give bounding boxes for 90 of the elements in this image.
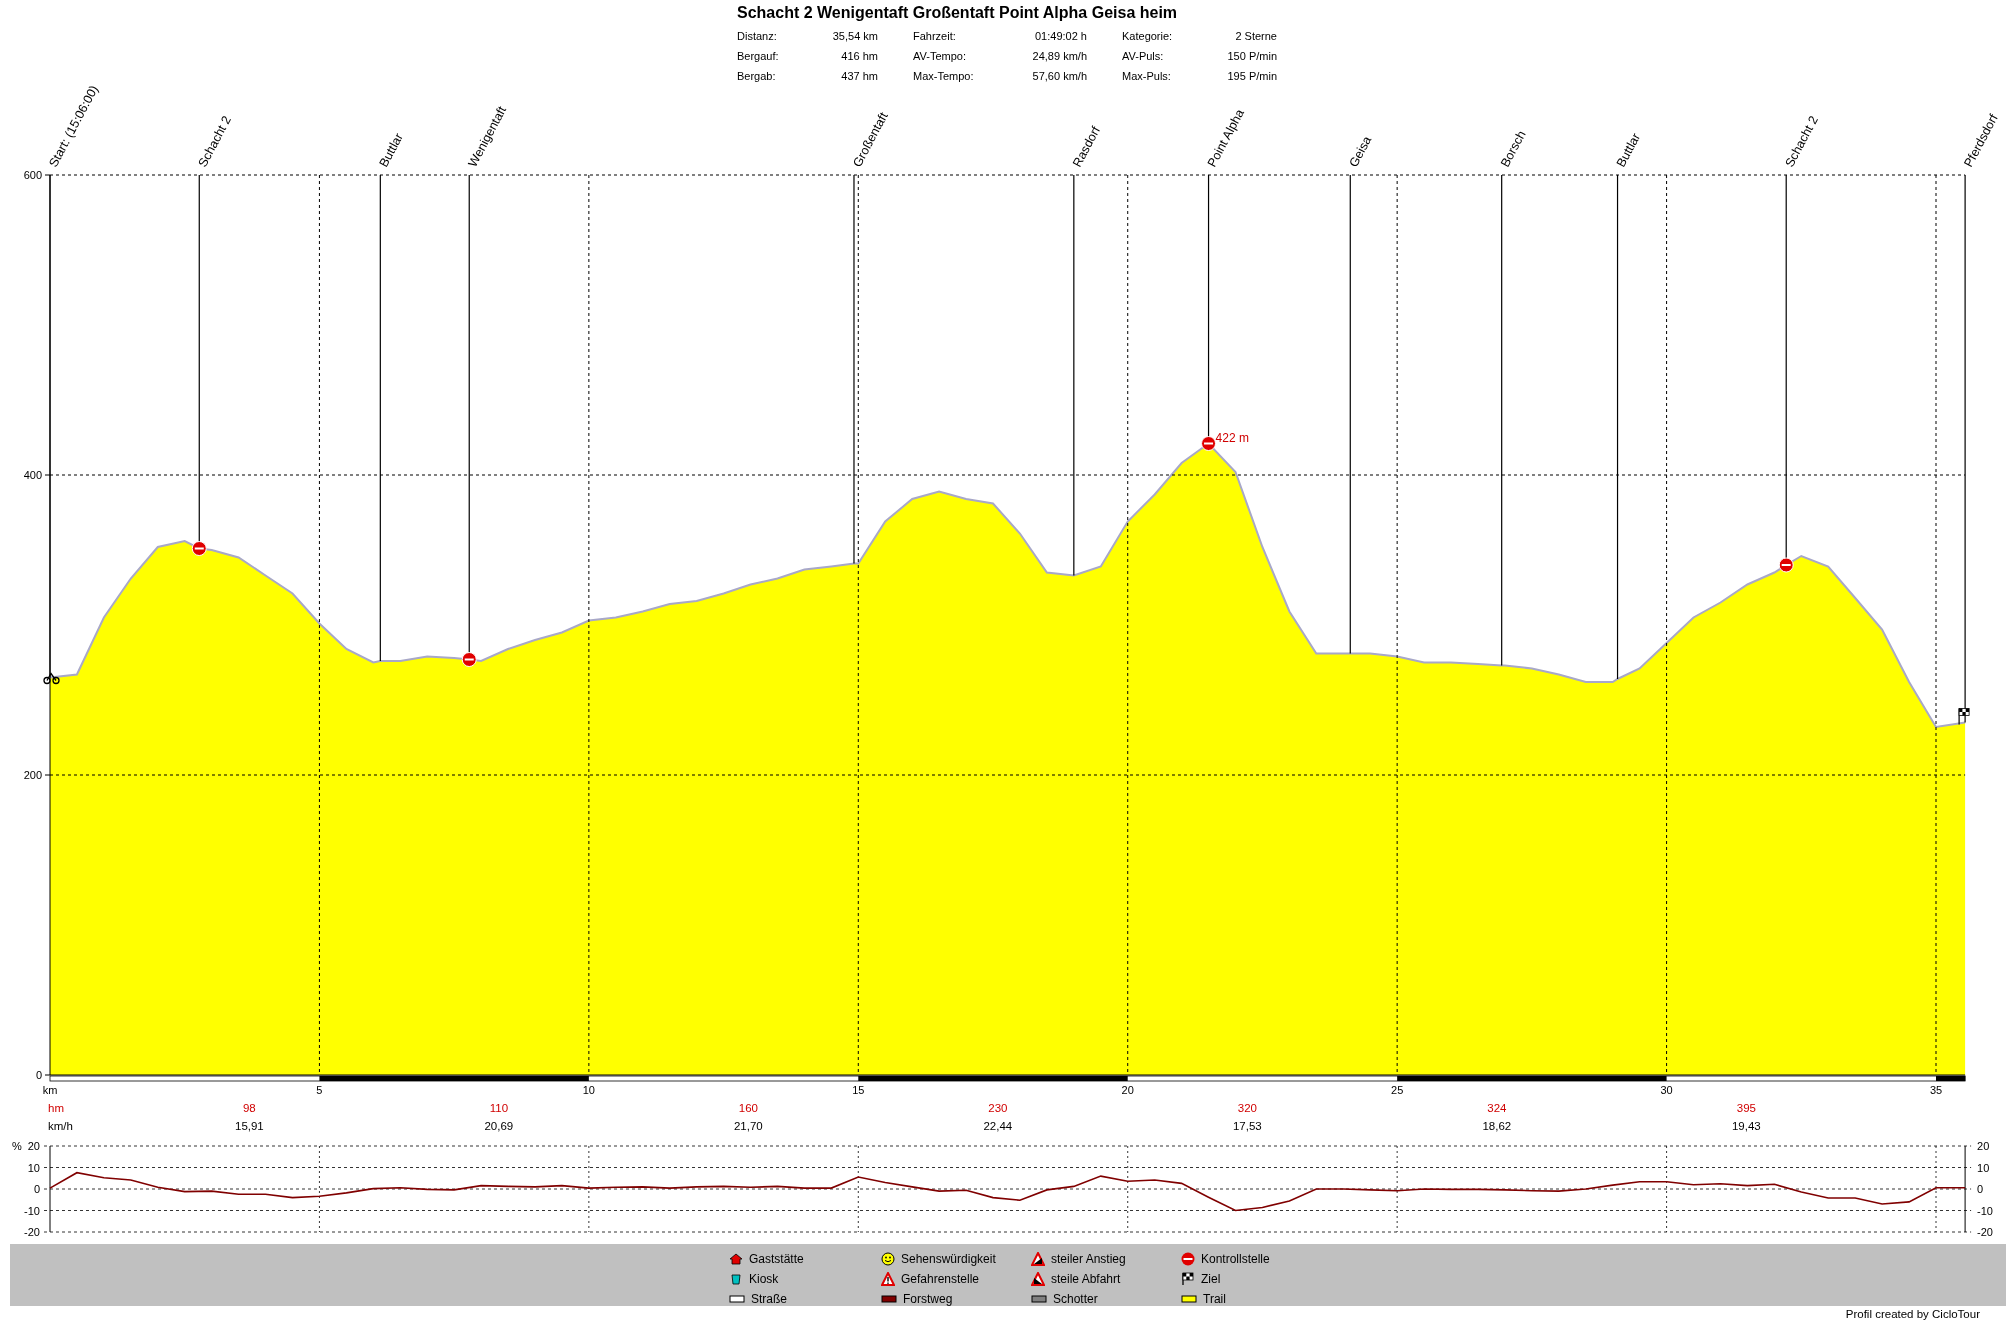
- axis-label: 0: [35, 1069, 42, 1081]
- checkered-flag-icon: [1181, 1272, 1195, 1286]
- speed-value: 18,62: [1482, 1120, 1512, 1132]
- legend-label: Sehenswürdigkeit: [901, 1252, 996, 1266]
- smiley-icon: [881, 1252, 895, 1266]
- stop-sign-icon: [191, 541, 207, 556]
- speed-value: 21,70: [733, 1120, 763, 1132]
- road-swatch-icon: [729, 1295, 745, 1303]
- axis-label: km: [42, 1084, 58, 1096]
- axis-label: 600: [23, 169, 42, 181]
- climb-value: 395: [1736, 1102, 1756, 1114]
- climb-value: 160: [738, 1102, 758, 1114]
- axis-label: 0: [33, 1183, 40, 1195]
- house-icon: [729, 1253, 743, 1265]
- climb-icon: [1031, 1252, 1045, 1266]
- legend-label: steiler Anstieg: [1051, 1252, 1126, 1266]
- axis-label: -20: [24, 1226, 40, 1238]
- axis-label: 35: [1929, 1084, 1943, 1096]
- elevation-label: 422 m: [1215, 430, 1249, 445]
- legend-label: Gefahrenstelle: [901, 1272, 980, 1286]
- profile-title: Schacht 2 Wenigentaft Großentaft Point Alpha Geisa heim: [737, 3, 1179, 23]
- stop-sign-icon: [1778, 557, 1794, 573]
- climb-value: 98: [243, 1102, 256, 1114]
- axis-label: -20: [1977, 1226, 1993, 1238]
- axis-label: 20: [1121, 1084, 1134, 1096]
- climb-value: 324: [1487, 1102, 1507, 1114]
- axis-label: 10: [1977, 1161, 1990, 1174]
- stat-value: 35,54 km: [831, 29, 878, 44]
- stop-sign-icon: [1181, 1252, 1195, 1266]
- stat-value: 150 P/min: [1226, 49, 1277, 64]
- stat-value: 437 hm: [840, 69, 878, 84]
- legend-label: Kiosk: [749, 1272, 779, 1286]
- climb-value: 110: [489, 1102, 509, 1114]
- speed-value: 17,53: [1232, 1120, 1262, 1132]
- axis-label: 10: [582, 1084, 595, 1096]
- stat-value: 57,60 km/h: [1031, 69, 1087, 84]
- axis-label: 10: [27, 1161, 40, 1174]
- stat-value: 2 Sterne: [1234, 29, 1277, 44]
- legend-label: Straße: [751, 1292, 787, 1306]
- credit-text: Profil created by CicloTour: [1845, 1308, 1980, 1320]
- axis-label: 200: [23, 769, 42, 781]
- climb-value: 320: [1237, 1102, 1257, 1114]
- axis-label: -10: [1977, 1204, 1993, 1217]
- stat-label: Max-Puls:: [1121, 69, 1172, 84]
- gravel-swatch-icon: [1031, 1295, 1047, 1303]
- waypoint-label: Point Alpha: [1204, 107, 1247, 170]
- forest-road-swatch-icon: [881, 1295, 897, 1303]
- speed-value: 15,91: [235, 1120, 264, 1132]
- speed-value: 22,44: [983, 1120, 1013, 1132]
- stat-value: 195 P/min: [1226, 69, 1277, 84]
- speed-value: 20,69: [484, 1120, 514, 1132]
- stat-label: AV-Tempo:: [912, 49, 967, 64]
- axis-label: 0: [1977, 1183, 1984, 1195]
- axis-label: 20: [1977, 1140, 1990, 1152]
- stop-sign-icon: [1201, 436, 1217, 451]
- stat-label: Max-Tempo:: [912, 69, 975, 84]
- stat-label: Kategorie:: [1121, 29, 1174, 44]
- stat-value: 01:49:02 h: [1034, 29, 1087, 44]
- row-label: km/h: [48, 1120, 73, 1132]
- legend-label: Kontrollstelle: [1201, 1252, 1270, 1266]
- stat-value: 24,89 km/h: [1031, 49, 1087, 64]
- legend-label: Forstweg: [903, 1292, 953, 1306]
- legend-label: Gaststätte: [749, 1252, 804, 1266]
- stat-label: Distanz:: [737, 29, 778, 44]
- checkered-flag-icon: [1958, 707, 1970, 726]
- warning-icon: [881, 1272, 895, 1286]
- row-label: hm: [48, 1102, 64, 1114]
- legend-label: steile Abfahrt: [1051, 1272, 1121, 1286]
- legend-label: Schotter: [1053, 1292, 1098, 1306]
- axis-label: 20: [27, 1140, 40, 1152]
- axis-label: 30: [1660, 1084, 1673, 1096]
- axis-title: %: [12, 1140, 22, 1152]
- stat-value: 416 hm: [840, 49, 878, 64]
- axis-label: -10: [24, 1204, 40, 1217]
- stat-label: AV-Puls:: [1121, 49, 1165, 64]
- legend-label: Ziel: [1201, 1272, 1221, 1286]
- trail-swatch-icon: [1181, 1295, 1197, 1303]
- axis-label: 400: [23, 469, 42, 481]
- speed-value: 19,43: [1731, 1120, 1761, 1132]
- stat-label: Bergauf:: [737, 49, 780, 64]
- stat-label: Bergab:: [737, 69, 777, 84]
- stop-sign-icon: [461, 652, 477, 667]
- axis-label: 5: [316, 1084, 323, 1096]
- stat-label: Fahrzeit:: [912, 29, 957, 44]
- axis-label: 15: [852, 1084, 865, 1096]
- axis-label: 25: [1391, 1084, 1404, 1096]
- legend-label: Trail: [1203, 1292, 1226, 1306]
- cup-icon: [729, 1273, 743, 1285]
- climb-value: 230: [988, 1102, 1008, 1114]
- descent-icon: [1031, 1272, 1045, 1286]
